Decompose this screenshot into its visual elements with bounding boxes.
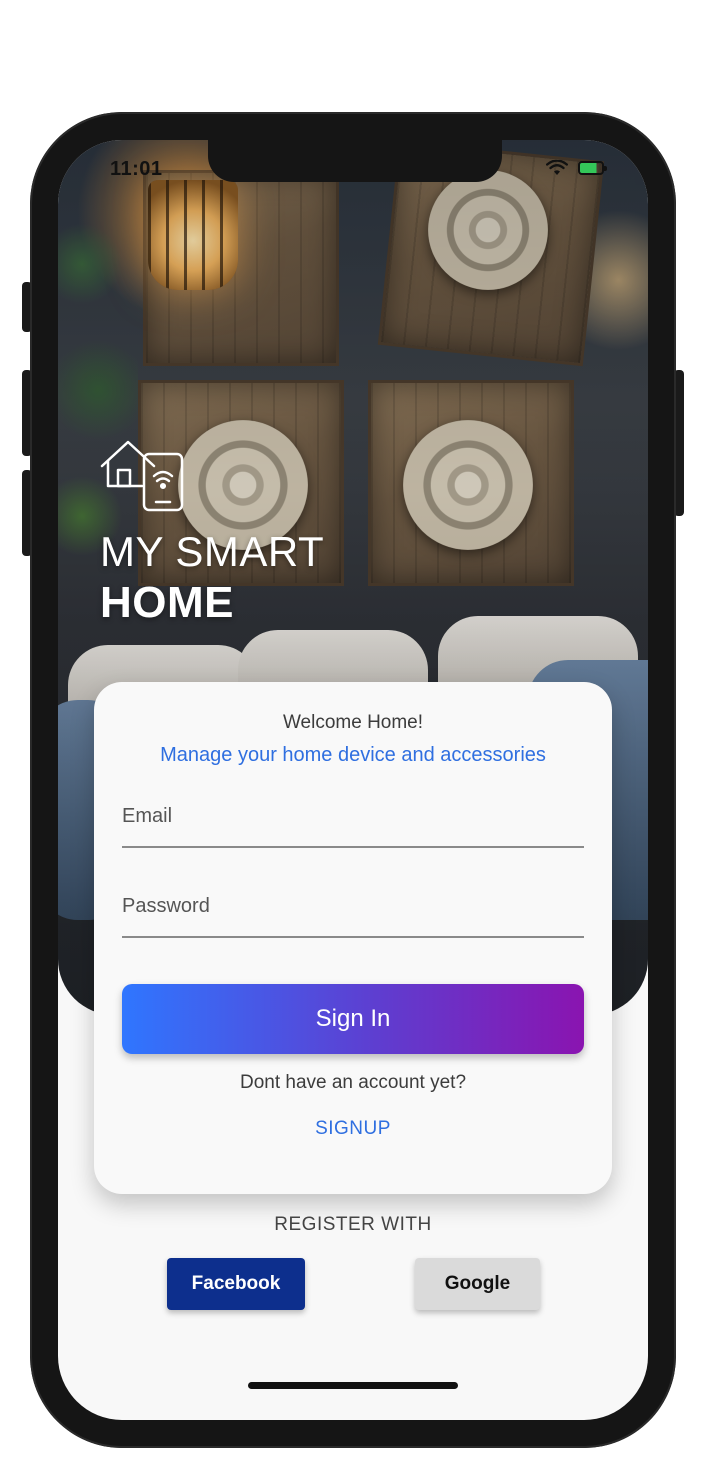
home-indicator[interactable] <box>248 1382 458 1389</box>
welcome-text: Welcome Home! <box>282 712 424 733</box>
email-field <box>122 786 584 848</box>
status-time: 11:01 <box>110 158 163 180</box>
wifi-icon <box>546 160 568 175</box>
email-input[interactable] <box>122 786 584 846</box>
notch <box>208 140 502 182</box>
brand-title-line2: HOME <box>100 578 234 627</box>
password-input[interactable] <box>122 876 584 936</box>
signup-link[interactable]: SIGNUP <box>94 1118 612 1140</box>
brand-title-line1: MY SMART <box>100 528 325 575</box>
device-mockup: 11:01 MY SMART HOME Welcome Home! Manage… <box>0 0 710 1472</box>
sign-in-button[interactable]: Sign In <box>122 984 584 1054</box>
no-account-text: Dont have an account yet? <box>239 1072 467 1093</box>
app-screen: 11:01 MY SMART HOME Welcome Home! Manage… <box>58 140 648 1420</box>
battery-icon <box>578 161 607 175</box>
facebook-button[interactable]: Facebook <box>167 1258 305 1310</box>
smart-home-icon <box>100 440 184 512</box>
login-card: Welcome Home! Manage your home device an… <box>94 682 612 1194</box>
password-field <box>122 876 584 938</box>
register-with-heading: REGISTER WITH <box>274 1214 432 1235</box>
google-button[interactable]: Google <box>415 1258 540 1310</box>
status-icons <box>546 160 607 176</box>
tagline-text: Manage your home device and accessories <box>160 744 546 766</box>
phone-frame: 11:01 MY SMART HOME Welcome Home! Manage… <box>30 112 676 1448</box>
